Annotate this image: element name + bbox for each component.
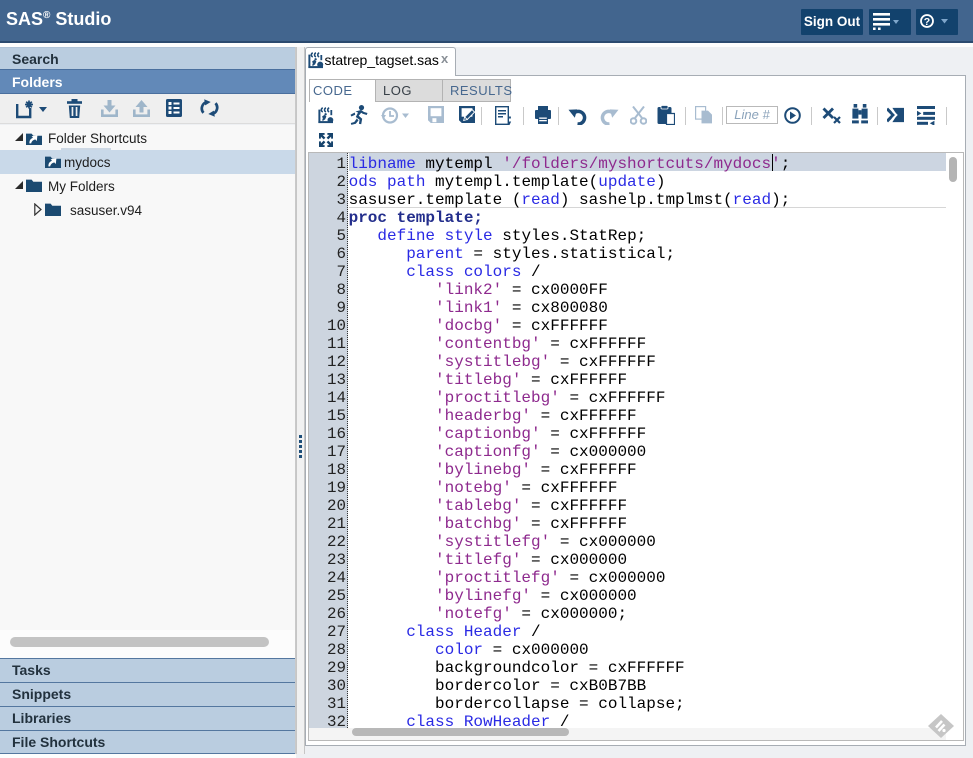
svg-text:?: ?	[924, 16, 930, 28]
svg-text:;: ;	[506, 113, 513, 126]
